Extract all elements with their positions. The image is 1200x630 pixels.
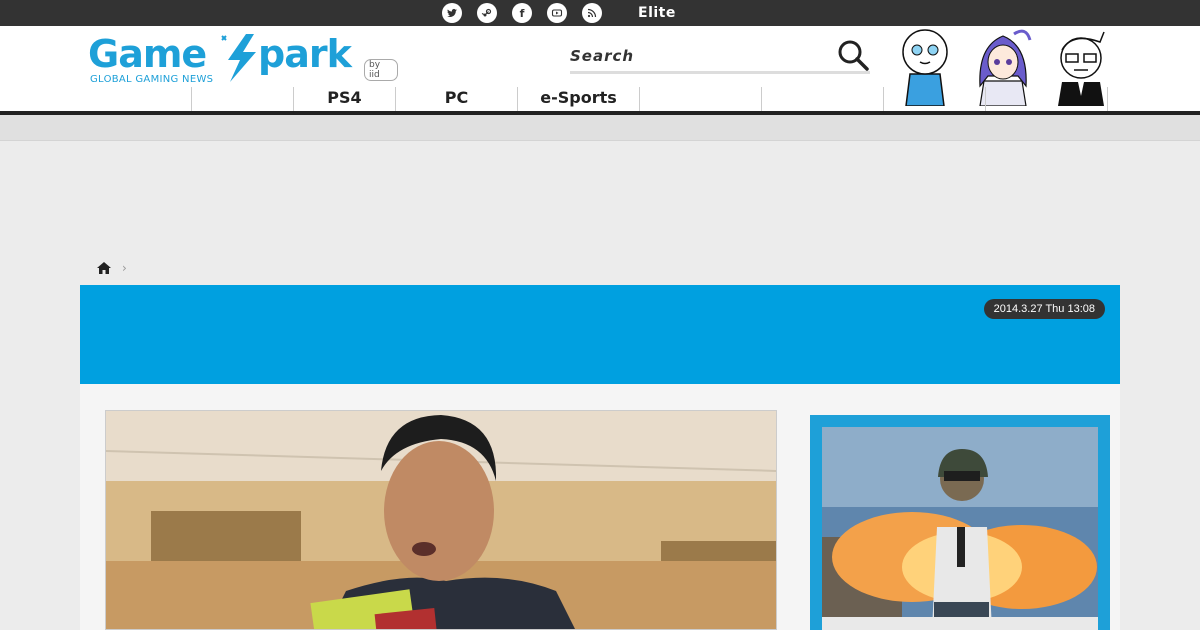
twitter-icon[interactable]	[442, 3, 462, 23]
sidebar-photo	[822, 427, 1098, 630]
nav-item-9[interactable]	[986, 87, 1108, 111]
nav-item-1[interactable]	[90, 87, 192, 115]
elite-link[interactable]: Elite	[638, 5, 676, 21]
nav-item-8[interactable]	[884, 87, 986, 111]
logo-tagline: GLOBAL GAMING NEWS	[90, 74, 214, 85]
facebook-glyph: f	[519, 6, 525, 20]
rss-icon[interactable]	[582, 3, 602, 23]
youtube-icon[interactable]	[547, 3, 567, 23]
nav-item-7[interactable]	[762, 87, 884, 111]
nav-item-2[interactable]	[192, 87, 294, 111]
search-box	[570, 38, 870, 74]
home-icon[interactable]	[96, 260, 112, 276]
sidebar-featured-box	[810, 415, 1110, 630]
article-date-badge: 2014.3.27 Thu 13:08	[983, 299, 1105, 319]
search-input[interactable]	[570, 44, 830, 68]
facebook-icon[interactable]: f	[512, 3, 532, 23]
breadcrumb: ›	[90, 260, 127, 276]
social-links: f	[442, 3, 617, 23]
nav-item-ps4[interactable]: PS4	[294, 87, 396, 111]
steam-icon[interactable]	[477, 3, 497, 23]
search-icon	[838, 40, 869, 71]
article-photo	[106, 411, 776, 629]
top-utility-bar: f Elite	[0, 0, 1200, 26]
main-navigation: PS4 PC e-Sports	[90, 87, 1110, 115]
search-button[interactable]	[836, 38, 870, 72]
article-main-image	[105, 410, 777, 630]
site-header: Game park GLOBAL GAMING NEWS by iid Sear…	[0, 26, 1200, 115]
nav-item-pc[interactable]: PC	[396, 87, 518, 111]
breadcrumb-separator: ›	[122, 261, 127, 275]
sidebar-featured-image[interactable]	[822, 427, 1098, 630]
sub-navigation-band	[0, 115, 1200, 141]
logo-byline: by iid	[364, 59, 398, 81]
nav-item-esports[interactable]: e-Sports	[518, 87, 640, 111]
logo-word-right: park	[258, 32, 352, 76]
lightning-bolt-icon	[221, 34, 256, 82]
logo-word-left: Game	[88, 32, 207, 76]
article-content	[80, 384, 1120, 630]
article-title-banner: 2014.3.27 Thu 13:08	[80, 285, 1120, 384]
site-logo[interactable]: Game park GLOBAL GAMING NEWS by iid	[88, 32, 398, 88]
nav-item-6[interactable]	[640, 87, 762, 111]
